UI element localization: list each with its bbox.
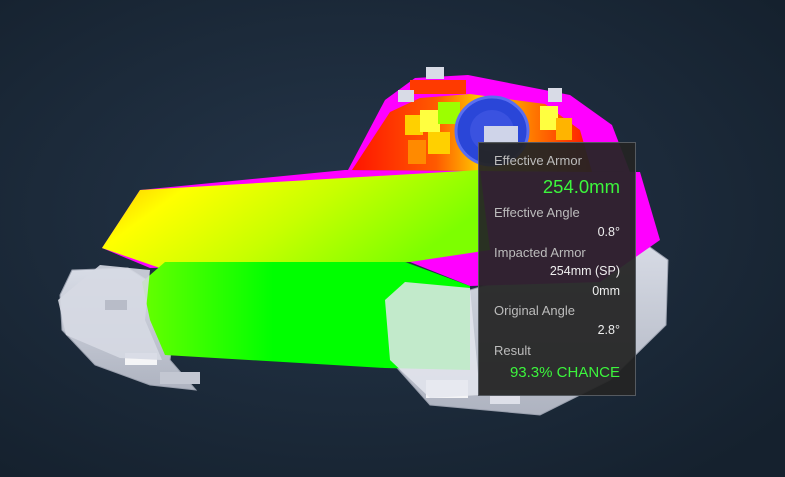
- impacted-armor-value: 254mm (SP): [549, 264, 620, 278]
- effective-armor-value: 254.0mm: [542, 176, 620, 197]
- cupola: [426, 67, 444, 79]
- impacted-armor-label: Impacted Armor: [494, 245, 586, 260]
- turret-armor-cell: [408, 140, 426, 164]
- effective-armor-label: Effective Armor: [494, 153, 582, 168]
- turret-armor-cell: [540, 106, 558, 130]
- turret-armor-cell: [556, 118, 572, 140]
- effective-angle-value: 0.8°: [597, 225, 620, 239]
- original-angle-value: 2.8°: [597, 323, 620, 337]
- turret-armor-cell: [410, 80, 466, 94]
- armor-tooltip: Effective Armor 254.0mm Effective Angle …: [478, 142, 636, 396]
- turret-hatch: [548, 88, 562, 102]
- turret-hatch: [398, 90, 414, 102]
- result-value: 93.3% CHANCE: [509, 364, 620, 381]
- track-link: [105, 300, 127, 310]
- effective-angle-label: Effective Angle: [494, 205, 580, 220]
- armor-viewer-viewport[interactable]: [0, 0, 785, 477]
- turret-armor-cell: [420, 110, 440, 132]
- result-label: Result: [494, 343, 531, 358]
- impacted-armor-value: 0mm: [592, 284, 620, 298]
- turret-armor-cell: [428, 132, 450, 154]
- track-link: [160, 372, 200, 384]
- original-angle-label: Original Angle: [494, 303, 575, 318]
